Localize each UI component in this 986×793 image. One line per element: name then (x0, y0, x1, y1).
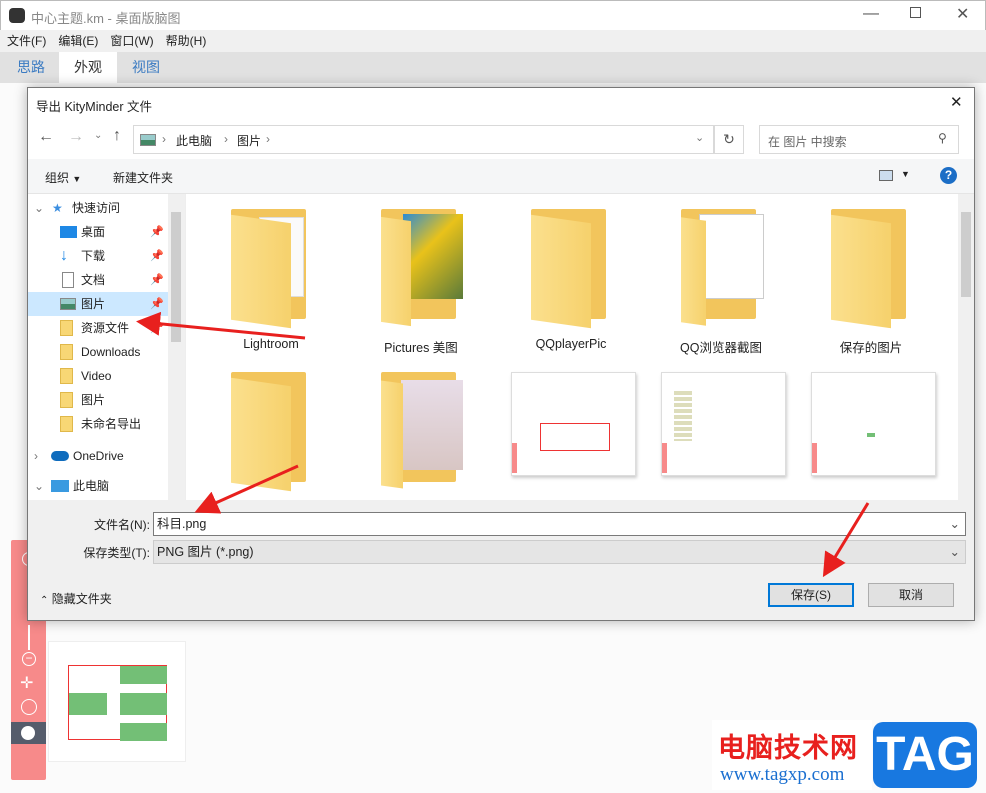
watermark: 电脑技术网 www.tagxp.com (712, 720, 872, 790)
annotation-arrows (136, 311, 870, 578)
arrow-to-filename (194, 464, 299, 514)
arrow-to-save (822, 502, 870, 578)
watermark-tag-logo: TAG (873, 722, 977, 788)
arrow-to-pictures (136, 311, 306, 340)
watermark-url: www.tagxp.com (720, 764, 845, 785)
watermark-text: 电脑技术网 (718, 733, 858, 763)
